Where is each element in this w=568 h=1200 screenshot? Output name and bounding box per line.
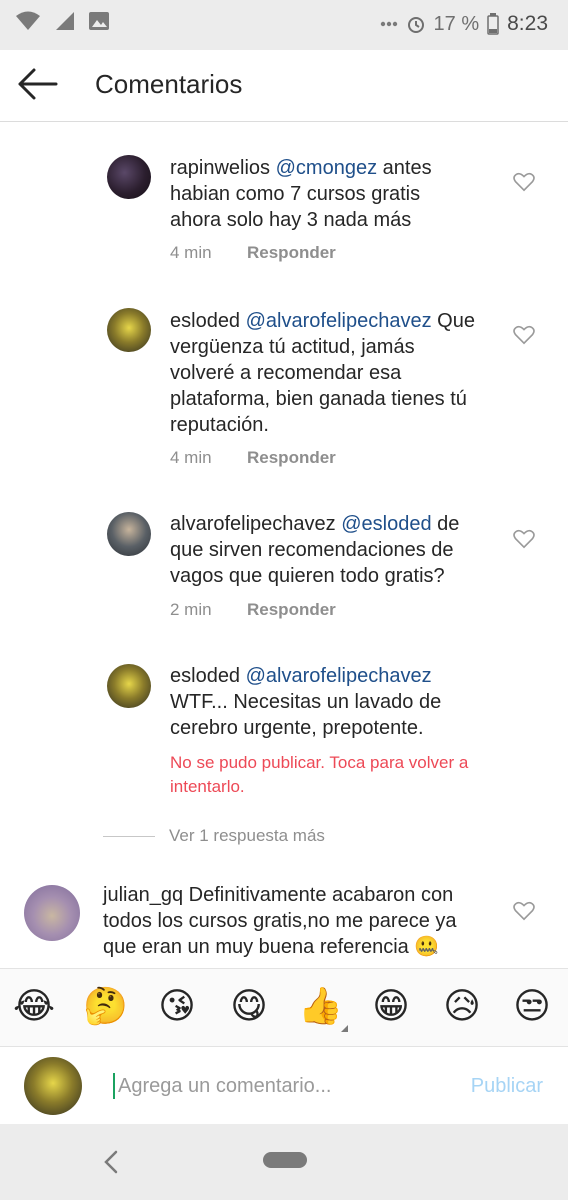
emoji-thumbs-up[interactable]: 👍	[298, 985, 343, 1029]
comment-item: julian_gq Definitivamente acabaron con t…	[0, 0, 568, 968]
heart-icon[interactable]	[513, 901, 535, 921]
comment-username[interactable]: julian_gq	[103, 884, 183, 906]
emoji-thinking[interactable]: 🤔	[83, 985, 128, 1029]
current-user-avatar	[24, 1057, 82, 1115]
nav-home-pill[interactable]	[263, 1152, 307, 1168]
text-cursor	[113, 1073, 115, 1099]
emoji-variants-indicator	[341, 1025, 348, 1032]
emoji-unamused[interactable]: 😒	[510, 985, 554, 1029]
emoji-quick-bar: 😂 🤔 😘 😋 👍 😁 😥 😒	[0, 968, 568, 1047]
avatar[interactable]	[24, 885, 80, 941]
emoji-sad-relieved[interactable]: 😥	[440, 985, 484, 1029]
publish-button[interactable]: Publicar	[471, 1075, 543, 1098]
emoji-kiss[interactable]: 😘	[155, 985, 199, 1029]
nav-back-icon[interactable]	[100, 1148, 124, 1176]
emoji-yum[interactable]: 😋	[227, 985, 271, 1029]
emoji-grin[interactable]: 😁	[369, 985, 413, 1029]
comment-text: julian_gq Definitivamente acabaron con t…	[103, 882, 483, 960]
comment-input[interactable]	[118, 1071, 438, 1101]
emoji-tears-of-joy[interactable]: 😂	[12, 985, 56, 1029]
comment-composer: Publicar	[0, 1046, 568, 1125]
system-nav-bar	[0, 1124, 568, 1200]
